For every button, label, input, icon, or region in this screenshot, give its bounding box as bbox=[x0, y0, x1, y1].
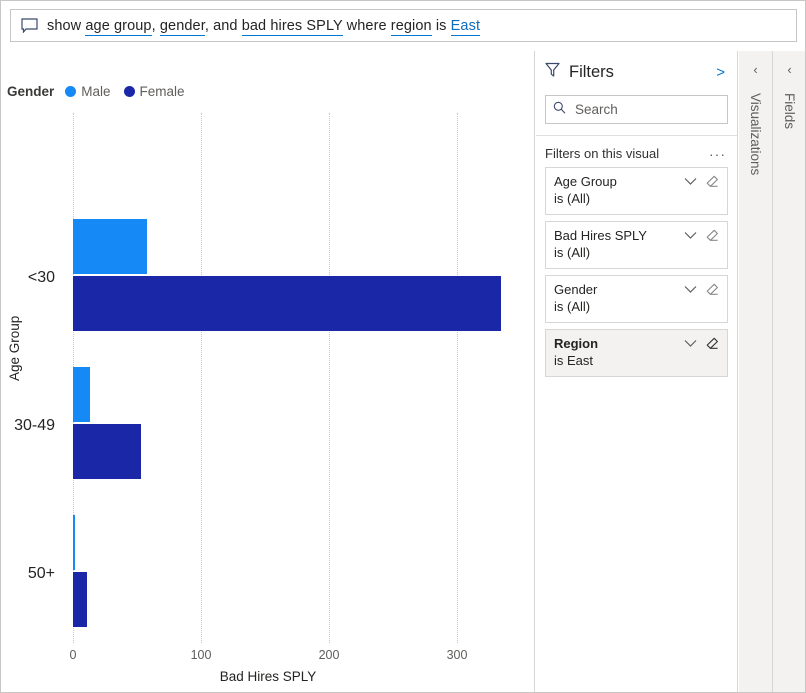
filter-card-icons bbox=[684, 175, 720, 188]
x-gridline bbox=[457, 113, 459, 643]
search-icon bbox=[553, 101, 566, 119]
filter-card-icons bbox=[684, 229, 720, 242]
clear-filter-eraser-icon[interactable] bbox=[706, 283, 720, 296]
qna-seg-6: where bbox=[342, 17, 391, 34]
y-axis-title: Age Group bbox=[7, 315, 22, 381]
filter-card-bad-hires-sply[interactable]: Bad Hires SPLY is (All) bbox=[545, 221, 728, 269]
more-options-icon[interactable]: ··· bbox=[709, 147, 726, 161]
chart-plot-area: Age Group Bad Hires SPLY 0 100 200 300 <30 30… bbox=[1, 51, 535, 692]
filters-header: Filters > bbox=[536, 51, 737, 93]
qna-seg-0: show bbox=[47, 17, 86, 34]
filters-section-header: Filters on this visual ··· bbox=[536, 136, 737, 167]
qna-term-gender[interactable]: gender bbox=[159, 17, 205, 36]
filters-section-label: Filters on this visual bbox=[545, 146, 660, 161]
x-tick-label: 200 bbox=[318, 648, 340, 662]
qna-seg-4: , and bbox=[204, 17, 242, 34]
qna-query-bar[interactable]: show age group, gender, and bad hires SP… bbox=[10, 9, 797, 42]
qna-seg-2: , bbox=[151, 17, 160, 34]
y-tick-label: <30 bbox=[27, 269, 55, 286]
y-tick-label: 30-49 bbox=[14, 417, 55, 434]
filter-card-gender[interactable]: Gender is (All) bbox=[545, 275, 728, 323]
bar-male-50+[interactable] bbox=[73, 515, 75, 570]
filters-search-placeholder: Search bbox=[575, 102, 618, 117]
clear-filter-eraser-icon[interactable] bbox=[706, 229, 720, 242]
power-bi-qna-window: show age group, gender, and bad hires SP… bbox=[0, 0, 806, 693]
filter-card-list: Age Group is (All) Bad Hires SPLY is (All) G… bbox=[536, 167, 737, 377]
filter-card-icons bbox=[684, 337, 720, 350]
filter-card-icons bbox=[684, 283, 720, 296]
bar-female-50+[interactable] bbox=[73, 572, 88, 627]
filter-card-value: is (All) bbox=[554, 191, 591, 206]
qna-term-age-group[interactable]: age group bbox=[85, 17, 152, 36]
bar-male-30-49[interactable] bbox=[73, 367, 90, 422]
x-axis-title: Bad Hires SPLY bbox=[219, 669, 317, 684]
funnel-icon bbox=[545, 62, 560, 83]
filters-search-box[interactable]: Search bbox=[545, 95, 728, 124]
filter-card-value: is East bbox=[554, 353, 594, 368]
visualizations-pane-label: Visualizations bbox=[748, 93, 763, 176]
qna-term-bad-hires-sply[interactable]: bad hires SPLY bbox=[241, 17, 343, 36]
filter-card-value: is (All) bbox=[554, 299, 591, 314]
comment-bubble-icon bbox=[21, 18, 38, 33]
filter-card-name: Region bbox=[554, 336, 599, 351]
filter-card-name: Bad Hires SPLY bbox=[554, 228, 647, 243]
x-gridline bbox=[329, 113, 331, 643]
bar-chart-visual[interactable]: Gender Male Female Age Group Bad Hires S… bbox=[1, 51, 535, 692]
qna-term-east[interactable]: East bbox=[450, 17, 481, 36]
y-tick-label: 50+ bbox=[27, 565, 55, 582]
filter-card-region[interactable]: Region is East bbox=[545, 329, 728, 377]
filter-card-age-group[interactable]: Age Group is (All) bbox=[545, 167, 728, 215]
filter-card-name: Age Group bbox=[554, 174, 617, 189]
x-tick-label: 0 bbox=[69, 648, 77, 662]
chevron-down-icon[interactable] bbox=[684, 231, 697, 240]
filters-title: Filters bbox=[569, 62, 614, 81]
filters-pane: Filters > Search Filters on this visual … bbox=[536, 51, 738, 692]
filter-card-value: is (All) bbox=[554, 245, 591, 260]
visualizations-pane-collapsed[interactable]: ‹ Visualizations bbox=[739, 51, 773, 692]
x-gridline bbox=[201, 113, 203, 643]
qna-term-region[interactable]: region bbox=[390, 17, 432, 36]
chevron-right-icon[interactable]: > bbox=[714, 63, 727, 82]
bar-female-<30[interactable] bbox=[73, 276, 501, 331]
filter-card-name: Gender bbox=[554, 282, 598, 297]
chevron-left-icon-fields[interactable]: ‹ bbox=[773, 63, 805, 76]
bar-female-30-49[interactable] bbox=[73, 424, 141, 479]
qna-seg-8: is bbox=[431, 17, 451, 34]
x-tick-label: 300 bbox=[446, 648, 468, 662]
chevron-down-icon[interactable] bbox=[684, 339, 697, 348]
bar-male-<30[interactable] bbox=[73, 219, 148, 274]
chevron-down-icon[interactable] bbox=[684, 285, 697, 294]
chevron-down-icon[interactable] bbox=[684, 177, 697, 186]
fields-pane-label: Fields bbox=[782, 93, 797, 130]
qna-query-text: show age group, gender, and bad hires SP… bbox=[47, 17, 481, 36]
chevron-left-icon-visualizations[interactable]: ‹ bbox=[739, 63, 772, 76]
clear-filter-eraser-icon[interactable] bbox=[706, 337, 720, 350]
clear-filter-eraser-icon[interactable] bbox=[706, 175, 720, 188]
x-tick-label: 100 bbox=[190, 648, 212, 662]
fields-pane-collapsed[interactable]: ‹ Fields bbox=[773, 51, 805, 692]
